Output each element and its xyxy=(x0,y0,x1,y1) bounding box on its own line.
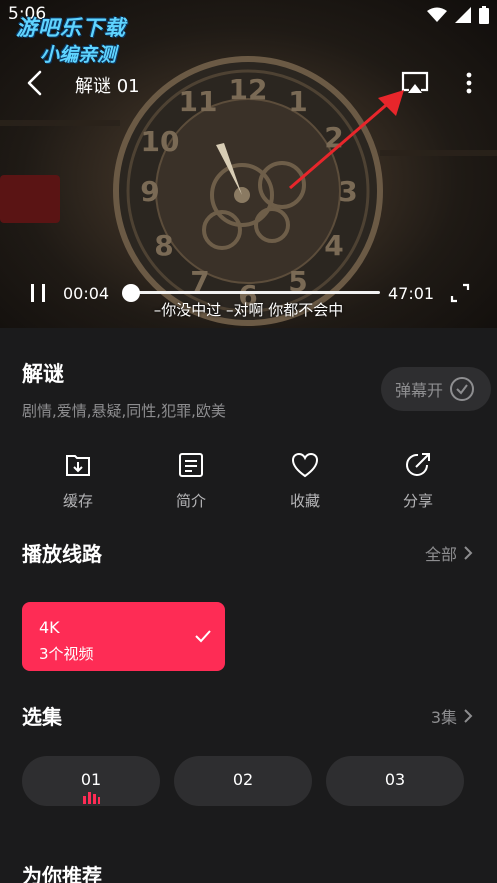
action-row: 缓存 简介 收藏 分享 xyxy=(0,450,497,516)
danmaku-toggle[interactable]: 弹幕开 xyxy=(381,367,491,411)
episode-button-03[interactable]: 03 xyxy=(326,756,464,806)
route-card-4k[interactable]: 4K 3个视频 xyxy=(22,602,225,671)
share-button[interactable]: 分享 xyxy=(378,450,458,516)
status-icons xyxy=(427,6,489,24)
route-name: 4K xyxy=(39,618,60,637)
recommend-title: 为你推荐 xyxy=(22,864,102,883)
episodes-count-link[interactable]: 3集 xyxy=(431,704,473,728)
chevron-right-icon xyxy=(464,709,473,723)
routes-all-label: 全部 xyxy=(424,545,457,564)
show-tags: 剧情,爱情,悬疑,同性,犯罪,欧美 xyxy=(22,402,226,420)
episode-label: 01 xyxy=(80,770,102,789)
video-player[interactable]: 12 1 2 3 4 5 6 7 8 9 10 11 5:06 游吧乐下载 小编… xyxy=(0,0,497,328)
battery-icon xyxy=(479,6,489,24)
episode-button-01[interactable]: 01 xyxy=(22,756,160,806)
seek-bar[interactable] xyxy=(122,284,380,302)
signal-icon xyxy=(455,7,471,23)
episode-label: 02 xyxy=(232,770,254,789)
episodes-count-label: 3集 xyxy=(430,708,457,727)
player-top-bar: 解谜 01 xyxy=(0,62,497,106)
check-circle-icon xyxy=(450,377,475,401)
video-subtitle: –你没中过 –对啊 你都不会中 xyxy=(153,301,344,319)
background-shelf xyxy=(0,120,120,126)
intro-button[interactable]: 简介 xyxy=(151,450,231,516)
annotation-arrow-icon xyxy=(289,90,404,190)
svg-text:9: 9 xyxy=(140,175,159,208)
chevron-right-icon xyxy=(464,546,473,560)
svg-text:4: 4 xyxy=(324,229,343,262)
document-icon xyxy=(179,453,203,477)
episode-label: 03 xyxy=(384,770,406,789)
episode-button-02[interactable]: 02 xyxy=(174,756,312,806)
favorite-button[interactable]: 收藏 xyxy=(265,450,345,516)
show-title: 解谜 xyxy=(22,362,64,386)
action-label: 收藏 xyxy=(289,492,320,510)
cache-button[interactable]: 缓存 xyxy=(38,450,118,516)
download-icon xyxy=(66,455,90,476)
background-object xyxy=(0,175,60,223)
action-label: 分享 xyxy=(402,492,433,510)
routes-title: 播放线路 xyxy=(22,542,102,566)
seek-track xyxy=(126,291,380,294)
watermark-logo: 游吧乐下载 小编亲测 xyxy=(10,10,160,66)
check-icon xyxy=(195,630,211,643)
danmaku-label: 弹幕开 xyxy=(395,381,444,400)
svg-text:8: 8 xyxy=(154,229,173,262)
video-title: 解谜 01 xyxy=(75,76,140,97)
more-icon[interactable] xyxy=(458,68,480,98)
heart-icon xyxy=(291,452,319,478)
playing-indicator-icon xyxy=(83,792,100,804)
wifi-icon xyxy=(427,7,447,22)
route-count: 3个视频 xyxy=(39,645,94,663)
action-label: 简介 xyxy=(175,492,206,510)
watermark-line1: 游吧乐下载 xyxy=(16,16,126,40)
back-icon[interactable] xyxy=(20,68,50,98)
routes-all-link[interactable]: 全部 xyxy=(425,541,473,565)
episodes-title: 选集 xyxy=(22,705,62,729)
svg-text:10: 10 xyxy=(141,125,180,158)
share-icon xyxy=(406,453,430,476)
video-details: 解谜 剧情,爱情,悬疑,同性,犯罪,欧美 弹幕开 缓存 简介 收藏 分享 播放线… xyxy=(0,328,497,883)
action-label: 缓存 xyxy=(62,492,93,510)
